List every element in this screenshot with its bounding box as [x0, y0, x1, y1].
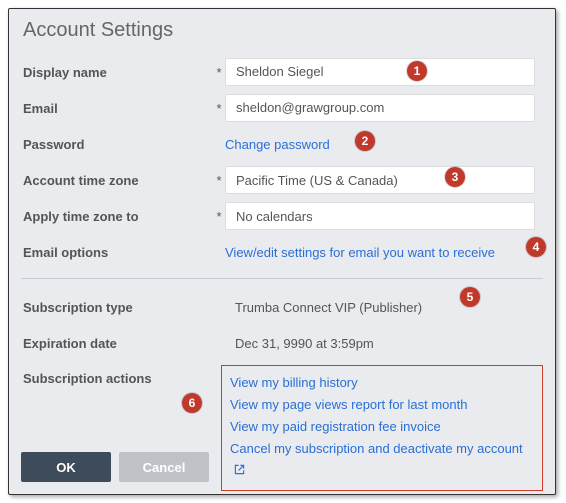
- section-divider: [21, 278, 543, 279]
- paid-invoice-link[interactable]: View my paid registration fee invoice: [230, 416, 534, 438]
- required-mark: *: [213, 173, 225, 188]
- label-email: Email: [21, 101, 213, 116]
- email-options-link[interactable]: View/edit settings for email you want to…: [225, 245, 495, 260]
- cancel-subscription-text: Cancel my subscription and deactivate my…: [230, 441, 523, 456]
- subscription-actions-box: View my billing history View my page vie…: [221, 365, 543, 491]
- email-input[interactable]: [225, 94, 535, 122]
- label-email-options: Email options: [21, 245, 213, 260]
- row-password: Password Change password: [21, 128, 543, 160]
- sub-type-value: Trumba Connect VIP (Publisher): [225, 300, 422, 315]
- required-mark: *: [213, 209, 225, 224]
- required-mark: *: [213, 65, 225, 80]
- row-timezone: Account time zone * Pacific Time (US & C…: [21, 164, 543, 196]
- label-display-name: Display name: [21, 65, 213, 80]
- external-link-icon: [234, 460, 245, 482]
- required-mark: *: [213, 101, 225, 116]
- label-timezone: Account time zone: [21, 173, 213, 188]
- callout-badge-1: 1: [407, 61, 427, 81]
- row-email: Email *: [21, 92, 543, 124]
- row-email-options: Email options View/edit settings for ema…: [21, 236, 543, 268]
- label-exp-date: Expiration date: [21, 336, 213, 351]
- callout-badge-6: 6: [182, 393, 202, 413]
- exp-date-value: Dec 31, 9990 at 3:59pm: [225, 336, 374, 351]
- cancel-button[interactable]: Cancel: [119, 452, 209, 482]
- display-name-input[interactable]: [225, 58, 535, 86]
- page-title: Account Settings: [23, 19, 543, 42]
- change-password-link[interactable]: Change password: [225, 137, 330, 152]
- label-sub-actions: Subscription actions: [21, 365, 209, 386]
- callout-badge-2: 2: [355, 131, 375, 151]
- apply-tz-select[interactable]: No calendars: [225, 202, 535, 230]
- button-bar: OK Cancel: [21, 452, 209, 482]
- callout-badge-3: 3: [445, 167, 465, 187]
- row-exp-date: Expiration date Dec 31, 9990 at 3:59pm: [21, 327, 543, 359]
- callout-badge-4: 4: [526, 237, 546, 257]
- row-display-name: Display name *: [21, 56, 543, 88]
- timezone-select[interactable]: Pacific Time (US & Canada): [225, 166, 535, 194]
- label-password: Password: [21, 137, 213, 152]
- billing-history-link[interactable]: View my billing history: [230, 372, 534, 394]
- account-settings-panel: Account Settings Display name * Email * …: [8, 8, 556, 495]
- row-apply-tz: Apply time zone to * No calendars: [21, 200, 543, 232]
- page-views-report-link[interactable]: View my page views report for last month: [230, 394, 534, 416]
- callout-badge-5: 5: [460, 287, 480, 307]
- label-apply-tz: Apply time zone to: [21, 209, 213, 224]
- ok-button[interactable]: OK: [21, 452, 111, 482]
- label-sub-type: Subscription type: [21, 300, 213, 315]
- cancel-subscription-link[interactable]: Cancel my subscription and deactivate my…: [230, 438, 534, 482]
